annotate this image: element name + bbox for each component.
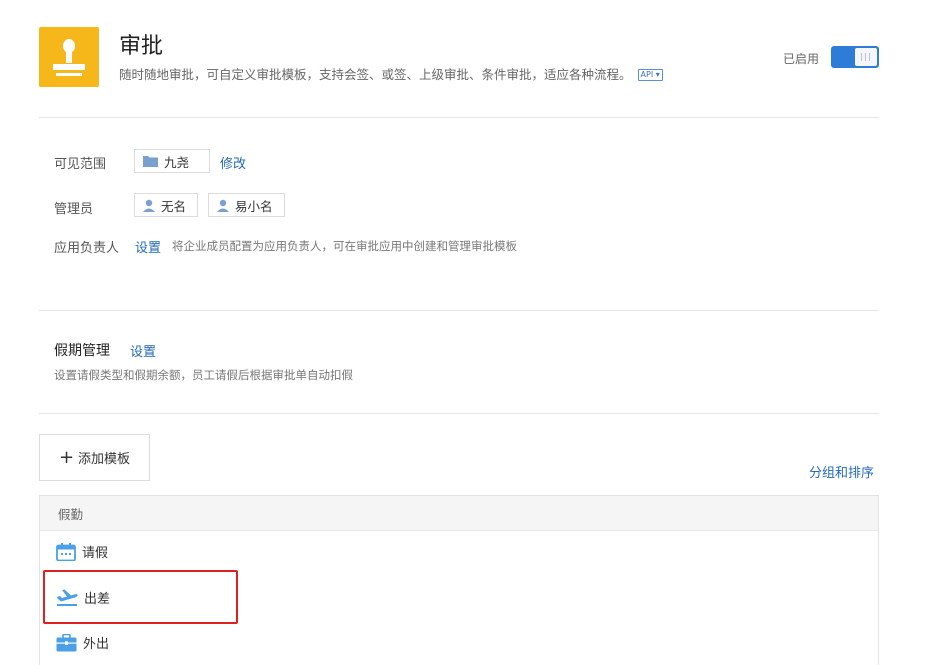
app-description: 随时随地审批，可自定义审批模板，支持会签、或签、上级审批、条件审批，适应各种流程…	[119, 64, 663, 83]
visibility-edit-link[interactable]: 修改	[220, 153, 246, 172]
admin-name: 无名	[161, 198, 187, 214]
app-description-text: 随时随地审批，可自定义审批模板，支持会签、或签、上级审批、条件审批，适应各种流程…	[119, 67, 632, 82]
group-sort-link[interactable]: 分组和排序	[809, 462, 874, 481]
divider	[39, 310, 879, 311]
leave-settings-link[interactable]: 设置	[130, 341, 156, 360]
group-header: 假勤	[40, 496, 878, 531]
plus-icon: +	[58, 446, 75, 468]
enable-toggle[interactable]	[831, 46, 879, 68]
add-template-button[interactable]: + 添加模板	[39, 434, 150, 481]
calendar-icon	[56, 542, 76, 561]
app-icon	[39, 27, 99, 87]
person-icon	[143, 199, 155, 212]
template-label: 请假	[82, 546, 109, 561]
visibility-label: 可见范围	[54, 157, 107, 172]
group-name: 假勤	[58, 506, 84, 522]
divider	[39, 117, 879, 118]
app-title: 审批	[119, 34, 164, 59]
admin-chip: 无名	[134, 193, 198, 217]
enabled-label: 已启用	[783, 52, 820, 66]
visibility-chip: 九尧	[134, 149, 210, 173]
briefcase-icon	[56, 633, 77, 651]
owner-set-link[interactable]: 设置	[135, 237, 161, 256]
person-icon	[217, 199, 229, 212]
admin-name: 易小名	[235, 198, 273, 214]
toggle-knob	[855, 48, 877, 66]
template-label: 外出	[83, 637, 110, 652]
api-badge[interactable]: API ▾	[637, 69, 663, 81]
add-template-label: 添加模板	[78, 452, 131, 467]
stamp-icon	[53, 39, 85, 76]
leave-hint: 设置请假类型和假期余额，员工请假后根据审批单自动扣假	[54, 368, 353, 382]
template-item-leave[interactable]: 请假	[56, 542, 108, 561]
highlight-box	[43, 570, 238, 624]
owner-label: 应用负责人	[54, 241, 120, 256]
folder-icon	[143, 156, 158, 167]
admin-chip: 易小名	[208, 193, 285, 217]
admin-label: 管理员	[54, 202, 94, 217]
visibility-value: 九尧	[164, 154, 190, 170]
leave-management-title: 假期管理	[54, 343, 110, 359]
template-item-outing[interactable]: 外出	[56, 633, 109, 652]
owner-hint: 将企业成员配置为应用负责人，可在审批应用中创建和管理审批模板	[172, 239, 517, 253]
divider	[39, 413, 879, 414]
